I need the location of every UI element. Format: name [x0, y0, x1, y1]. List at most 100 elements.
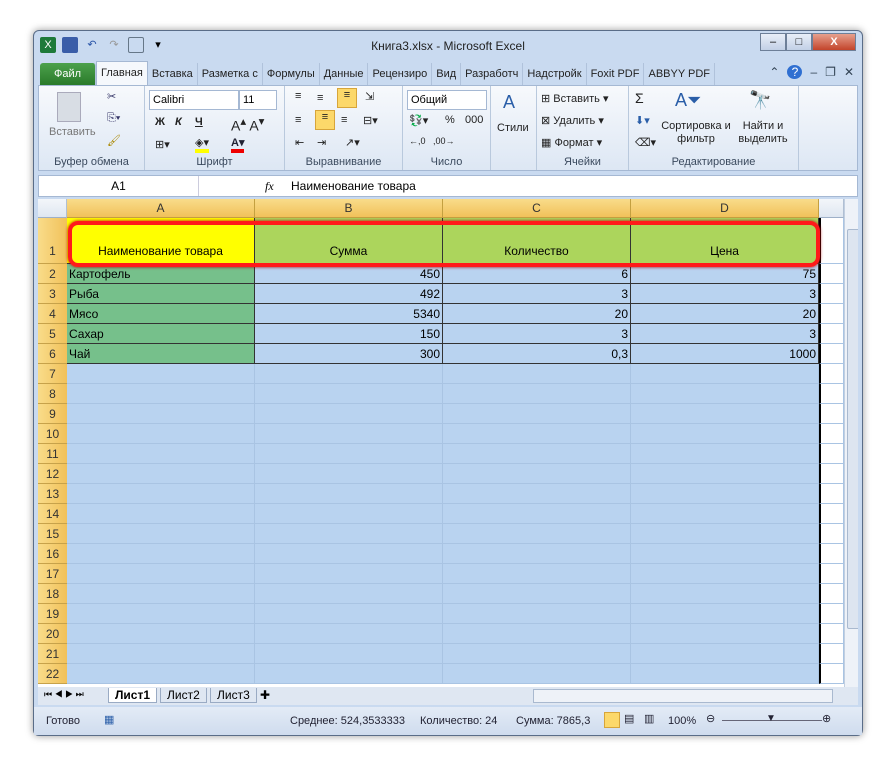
zoom-in-icon[interactable]: ⊕ — [822, 712, 831, 725]
cell[interactable] — [819, 484, 844, 504]
cell[interactable] — [255, 584, 443, 604]
cell[interactable] — [443, 444, 631, 464]
wrap-text-icon[interactable]: ⇲ — [365, 90, 374, 103]
cell[interactable] — [67, 544, 255, 564]
page-break-view-icon[interactable]: ▥ — [644, 712, 654, 725]
data-cell[interactable]: 3 — [631, 284, 819, 304]
row-header[interactable]: 22 — [38, 664, 67, 684]
data-cell[interactable]: 300 — [255, 344, 443, 364]
zoom-out-icon[interactable]: ⊖ — [706, 712, 715, 725]
cell[interactable] — [631, 464, 819, 484]
cell[interactable] — [819, 664, 844, 684]
cell[interactable] — [443, 604, 631, 624]
cell[interactable] — [631, 364, 819, 384]
cell[interactable] — [631, 444, 819, 464]
cell[interactable] — [255, 484, 443, 504]
row-header[interactable]: 3 — [38, 284, 67, 304]
cell[interactable] — [631, 504, 819, 524]
data-cell[interactable]: 6 — [443, 264, 631, 284]
cell[interactable] — [67, 664, 255, 684]
row-header[interactable]: 9 — [38, 404, 67, 424]
cell[interactable] — [67, 644, 255, 664]
cell[interactable] — [631, 524, 819, 544]
copy-icon[interactable]: ⎘▾ — [107, 112, 120, 125]
align-top-icon[interactable]: ≡ — [295, 90, 301, 102]
data-cell[interactable]: 20 — [443, 304, 631, 324]
cell[interactable] — [819, 564, 844, 584]
cell[interactable] — [67, 504, 255, 524]
number-format-select[interactable]: Общий — [407, 90, 487, 110]
tab-1[interactable]: Главная — [96, 61, 148, 85]
sheet-tab[interactable]: Лист3 — [210, 688, 257, 703]
cell[interactable] — [819, 444, 844, 464]
paste-button[interactable]: Вставить — [49, 126, 96, 138]
percent-button[interactable]: % — [445, 114, 455, 126]
tab-0[interactable]: Файл — [40, 63, 96, 85]
cell[interactable] — [255, 544, 443, 564]
cell[interactable] — [67, 424, 255, 444]
row-header[interactable]: 4 — [38, 304, 67, 324]
row-header[interactable]: 8 — [38, 384, 67, 404]
font-size-select[interactable]: 11 — [239, 90, 277, 110]
cell[interactable] — [255, 524, 443, 544]
format-cells-button[interactable]: ▦ Формат ▾ — [541, 136, 602, 149]
cell[interactable] — [67, 624, 255, 644]
cell[interactable] — [819, 624, 844, 644]
cell[interactable] — [443, 504, 631, 524]
font-name-select[interactable]: Calibri — [149, 90, 239, 110]
bold-button[interactable]: Ж — [155, 116, 165, 128]
help-icon[interactable]: ? — [787, 65, 803, 79]
doc-minimize-icon[interactable]: – — [810, 65, 817, 79]
worksheet-grid[interactable]: A B C D 1 Наименование товара Сумма Количество Ц… — [38, 199, 858, 687]
insert-cells-button[interactable]: ⊞ Вставить ▾ — [541, 92, 609, 105]
data-cell[interactable]: 75 — [631, 264, 819, 284]
row-header[interactable]: 12 — [38, 464, 67, 484]
data-cell[interactable]: Картофель — [67, 264, 255, 284]
insert-sheet-icon[interactable]: ✚ — [260, 688, 270, 702]
tab-8[interactable]: Разработч — [461, 63, 524, 85]
cell[interactable] — [255, 404, 443, 424]
tab-7[interactable]: Вид — [432, 63, 462, 85]
row-header[interactable]: 20 — [38, 624, 67, 644]
column-header-D[interactable]: D — [631, 199, 819, 218]
row-header[interactable]: 10 — [38, 424, 67, 444]
fill-icon[interactable]: ⬇▾ — [635, 114, 650, 127]
cell[interactable] — [631, 584, 819, 604]
underline-button[interactable]: Ч — [195, 116, 203, 128]
data-cell[interactable]: 3 — [443, 324, 631, 344]
cell[interactable] — [631, 384, 819, 404]
tab-4[interactable]: Формулы — [263, 63, 320, 85]
scrollbar-thumb[interactable] — [847, 229, 858, 629]
cell[interactable] — [819, 604, 844, 624]
cell[interactable] — [819, 544, 844, 564]
cell[interactable] — [255, 364, 443, 384]
normal-view-icon[interactable] — [604, 712, 620, 728]
row-header[interactable]: 19 — [38, 604, 67, 624]
cell[interactable] — [443, 644, 631, 664]
cell[interactable] — [819, 424, 844, 444]
cell[interactable] — [255, 644, 443, 664]
row-header[interactable]: 17 — [38, 564, 67, 584]
cell[interactable] — [819, 364, 844, 384]
currency-icon[interactable]: 💱▾ — [409, 114, 428, 127]
cell[interactable] — [67, 604, 255, 624]
data-cell[interactable]: 5340 — [255, 304, 443, 324]
data-cell[interactable]: 3 — [443, 284, 631, 304]
data-cell[interactable]: 20 — [631, 304, 819, 324]
sheet-nav-icon[interactable]: ⏮ ◀ ▶ ⏭ — [44, 689, 84, 700]
tab-10[interactable]: Foxit PDF — [587, 63, 645, 85]
data-cell[interactable]: 3 — [631, 324, 819, 344]
maximize-button[interactable]: □ — [786, 33, 812, 51]
row-header[interactable]: 21 — [38, 644, 67, 664]
cell[interactable] — [255, 444, 443, 464]
column-header-B[interactable]: B — [255, 199, 443, 218]
data-cell[interactable]: 450 — [255, 264, 443, 284]
select-all-button[interactable] — [38, 199, 67, 218]
row-header[interactable]: 1 — [38, 218, 67, 264]
cell[interactable] — [443, 624, 631, 644]
page-layout-view-icon[interactable]: ▤ — [624, 712, 634, 725]
italic-button[interactable]: К — [175, 116, 182, 128]
macro-record-icon[interactable]: ▦ — [104, 713, 114, 726]
cell[interactable] — [67, 464, 255, 484]
cell[interactable] — [631, 604, 819, 624]
